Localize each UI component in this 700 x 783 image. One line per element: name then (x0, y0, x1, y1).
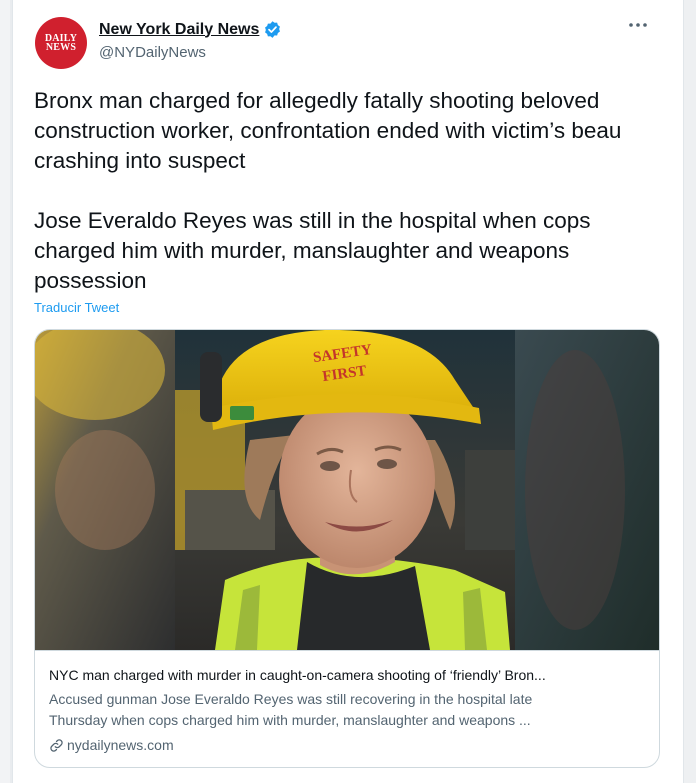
tweet-text: Bronx man charged for allegedly fatally … (34, 88, 622, 293)
verified-badge-icon (263, 20, 282, 39)
tweet-card: DAILY NEWS New York Daily News @NYDailyN… (12, 0, 684, 783)
article-photo: SAFETY FIRST (35, 330, 659, 650)
link-description: Accused gunman Jose Everaldo Reyes was s… (49, 689, 649, 731)
link-domain-row: nydailynews.com (49, 735, 647, 755)
page-background-right (684, 0, 700, 783)
link-description-line: Thursday when cops charged him with murd… (49, 712, 531, 728)
avatar-logo-line-2: NEWS (45, 42, 77, 53)
author-display-name[interactable]: New York Daily News (99, 21, 259, 39)
author-name-row: New York Daily News (99, 20, 282, 39)
more-options-icon[interactable] (628, 16, 648, 34)
link-icon (50, 738, 63, 752)
avatar[interactable]: DAILY NEWS (35, 17, 87, 69)
link-preview-meta: NYC man charged with murder in caught-on… (35, 650, 659, 767)
link-preview-card[interactable]: SAFETY FIRST NYC man charged with murder… (34, 329, 660, 768)
author-handle[interactable]: @NYDailyNews (99, 44, 206, 61)
link-domain: nydailynews.com (67, 737, 174, 753)
link-title: NYC man charged with murder in caught-on… (49, 667, 546, 683)
translate-tweet-link[interactable]: Traducir Tweet (34, 300, 119, 315)
page-background-left (0, 0, 10, 783)
link-description-line: Accused gunman Jose Everaldo Reyes was s… (49, 691, 533, 707)
